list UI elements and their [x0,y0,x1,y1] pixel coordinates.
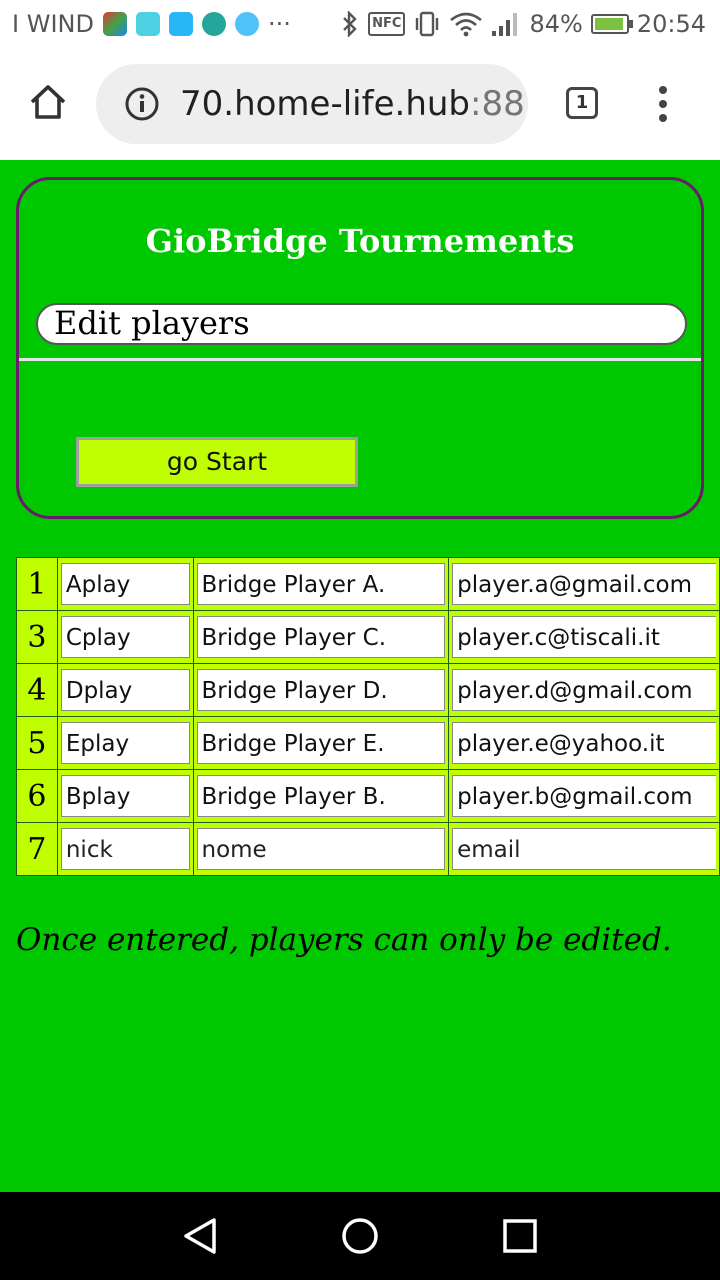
player-number: 6 [16,769,58,823]
clock: 20:54 [636,10,706,38]
section-label: Edit players [36,303,687,345]
heart-notification-icon [135,12,160,36]
nick-field[interactable]: Cplay [60,616,190,658]
players-table: 1 Aplay Bridge Player A. player.a@gmail.… [16,557,720,876]
table-row: 6 Bplay Bridge Player B. player.b@gmail.… [16,769,720,823]
more-notifications-icon: ··· [267,10,291,38]
nick-field[interactable]: Bplay [60,775,190,817]
tab-switcher-icon[interactable]: 1 [566,87,598,119]
table-row: 5 Eplay Bridge Player E. player.e@yahoo.… [16,716,720,770]
email-field[interactable]: player.d@gmail.com [452,669,716,711]
overflow-menu-icon[interactable] [656,86,670,126]
app-notification-icon [102,12,127,36]
url-host: 70.home-life.hub [180,84,470,124]
player-number: 7 [16,822,58,876]
player-number: 5 [16,716,58,770]
email-field[interactable]: player.b@gmail.com [452,775,716,817]
usb-icon [168,12,193,36]
system-nav-bar [0,1192,720,1280]
new-name-input[interactable]: nome [196,828,446,870]
player-number: 3 [16,610,58,664]
home-icon[interactable] [28,82,68,122]
signal-icon [492,13,518,36]
email-field[interactable]: player.e@yahoo.it [452,722,716,764]
table-row: 4 Dplay Bridge Player D. player.d@gmail.… [16,663,720,717]
battery-percent: 84% [529,10,583,38]
player-number: 4 [16,663,58,717]
header-panel: GioBridge Tournements Edit players go St… [16,177,704,519]
home-nav-icon[interactable] [336,1212,384,1260]
carrier-label: I WIND [12,10,94,38]
name-field[interactable]: Bridge Player A. [196,563,446,605]
table-row: 3 Cplay Bridge Player C. player.c@tiscal… [16,610,720,664]
name-field[interactable]: Bridge Player B. [196,775,446,817]
back-icon[interactable] [176,1212,224,1260]
status-bar: I WIND ··· NFC 84% 20:54 [0,0,720,50]
name-field[interactable]: Bridge Player D. [196,669,446,711]
email-field[interactable]: player.c@tiscali.it [452,616,716,658]
go-start-button[interactable]: go Start [76,437,358,487]
divider [19,358,701,361]
recents-icon[interactable] [496,1212,544,1260]
page-title: GioBridge Tournements [145,222,575,260]
browser-toolbar: 70.home-life.hub:88 1 [0,50,720,160]
url-port: :88 [470,84,525,124]
wifi-icon [450,12,483,37]
info-icon[interactable] [124,86,160,122]
name-field[interactable]: Bridge Player C. [196,616,446,658]
new-email-input[interactable]: email [452,828,716,870]
table-row: 1 Aplay Bridge Player A. player.a@gmail.… [16,557,720,611]
url-text[interactable]: 70.home-life.hub:88 [180,84,525,124]
nick-field[interactable]: Dplay [60,669,190,711]
nick-field[interactable]: Aplay [60,563,190,605]
name-field[interactable]: Bridge Player E. [196,722,446,764]
nfc-icon: NFC [368,12,406,36]
nick-field[interactable]: Eplay [60,722,190,764]
footer-note: Once entered, players can only be edited… [16,922,672,958]
player-number: 1 [16,557,58,611]
bluetooth-icon [343,11,357,37]
ghost-icon [234,12,259,36]
new-nick-input[interactable]: nick [60,828,190,870]
battery-charging-icon [590,14,633,34]
new-player-row: 7 nick nome email [16,822,720,876]
vibrate-icon [416,11,439,37]
email-field[interactable]: player.a@gmail.com [452,563,716,605]
globe-icon [201,12,226,36]
address-bar[interactable]: 70.home-life.hub:88 [96,64,528,144]
